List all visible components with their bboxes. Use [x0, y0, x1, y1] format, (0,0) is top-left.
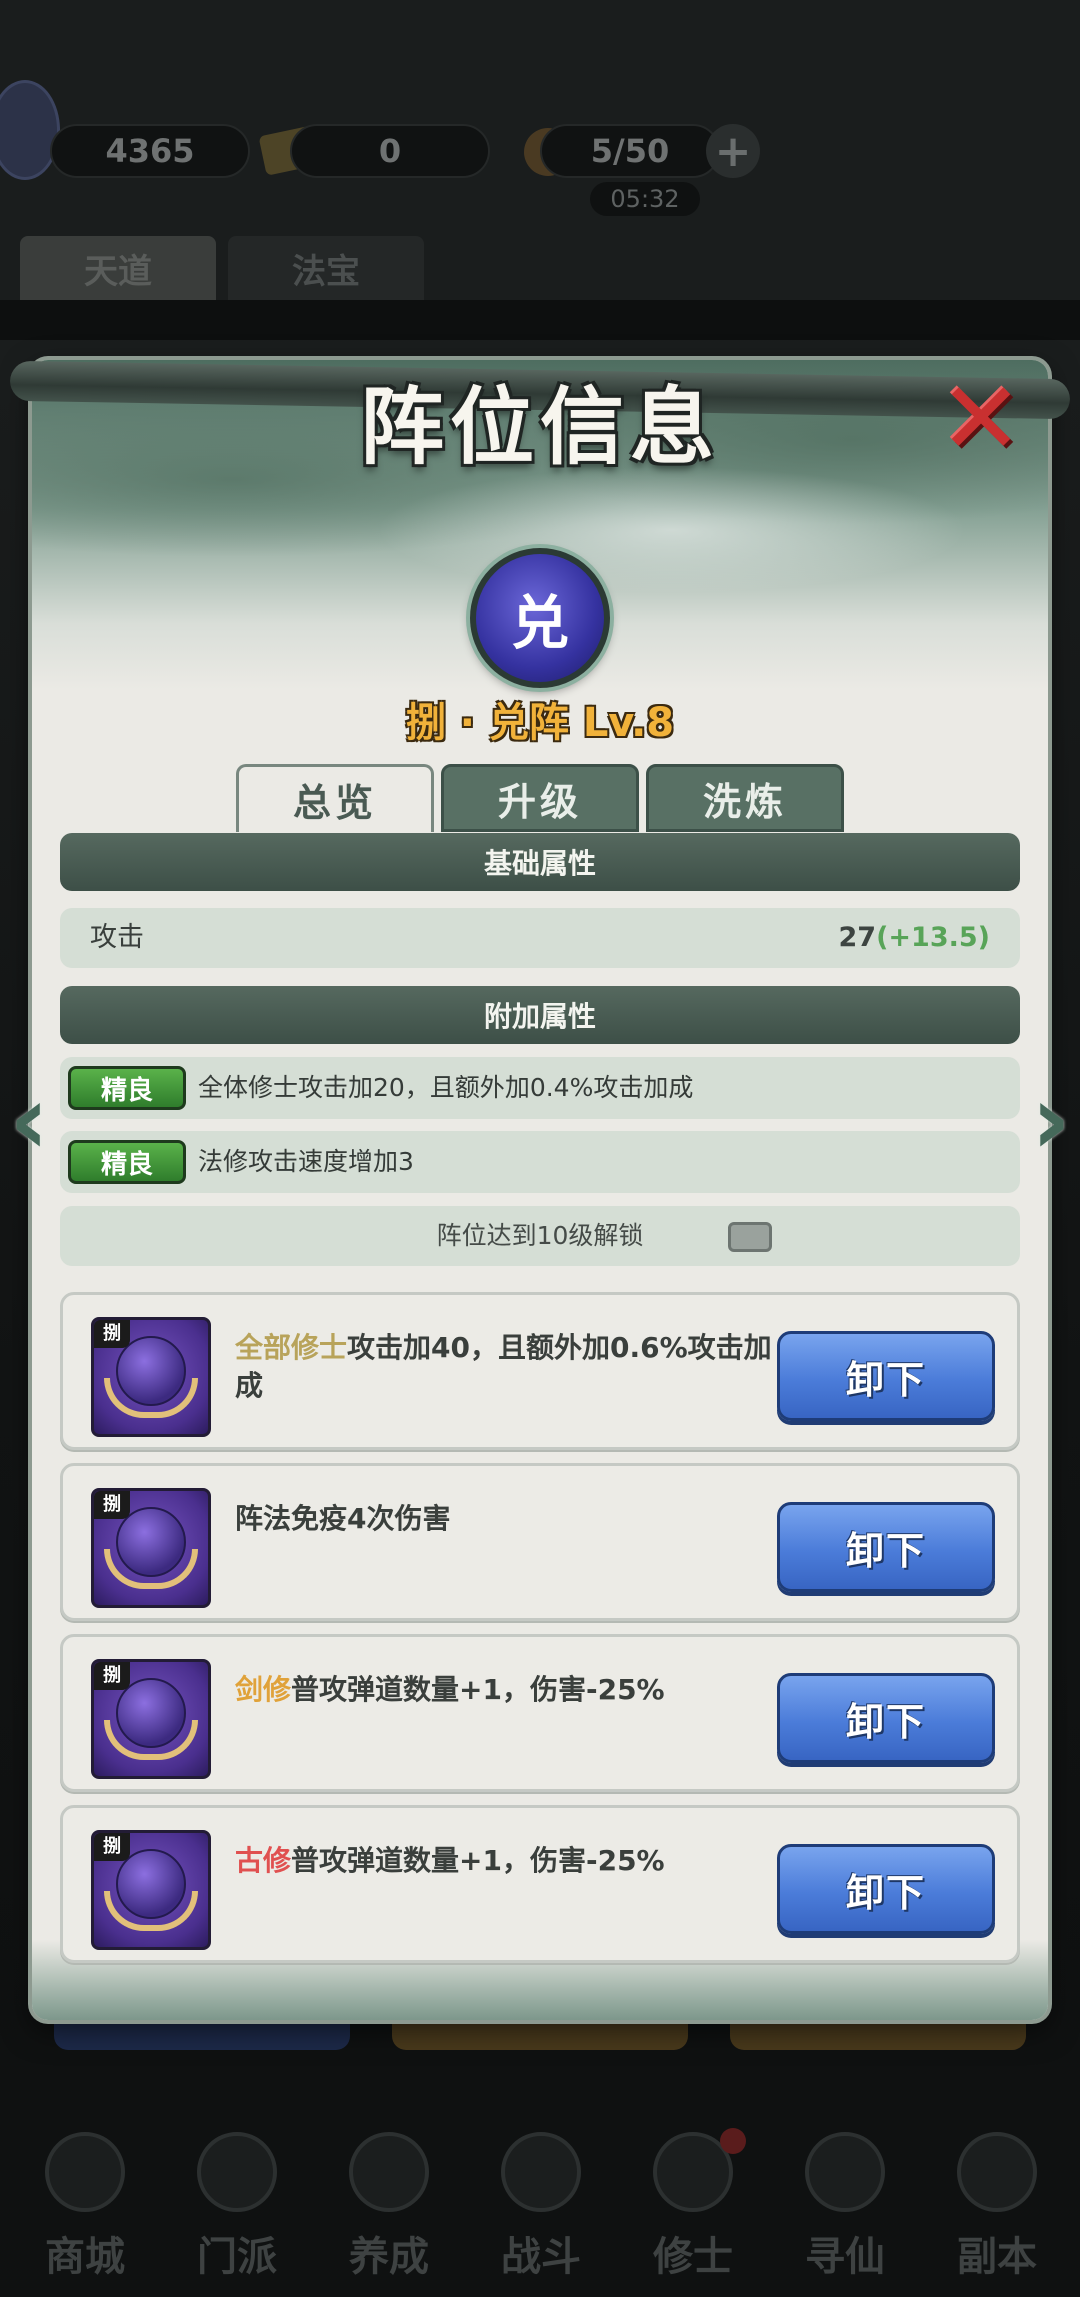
- seek-icon: [805, 2132, 885, 2212]
- locked-text: 阵位达到10级解锁: [436, 1221, 644, 1250]
- battle-icon: [501, 2132, 581, 2212]
- nav-label: 修士: [653, 2233, 733, 2280]
- tab-overview[interactable]: 总览: [236, 764, 434, 832]
- tab-upgrade[interactable]: 升级: [441, 764, 639, 832]
- nav-label: 战斗: [501, 2233, 581, 2280]
- sect-icon: [197, 2132, 277, 2212]
- equipment-card: 捌 古修普攻弹道数量+1，伤害-25% 卸下: [60, 1805, 1020, 1963]
- quality-tag: 精良: [68, 1140, 186, 1184]
- nav-sect[interactable]: 门派: [172, 2120, 302, 2280]
- orb-item-icon[interactable]: 捌: [91, 1317, 211, 1437]
- extra-attributes-header: 附加属性: [60, 986, 1020, 1044]
- extra-attr-text: 全体修士攻击加20，且额外加0.4%攻击加成: [198, 1073, 694, 1102]
- nav-battle[interactable]: 战斗: [476, 2120, 606, 2280]
- effect-text: 阵法免疫4次伤害: [235, 1502, 451, 1535]
- item-rank-badge: 捌: [94, 1662, 130, 1690]
- nav-dungeon[interactable]: 副本: [932, 2120, 1062, 2280]
- nav-label: 副本: [957, 2233, 1037, 2280]
- effect-text: 普攻弹道数量+1，伤害-25%: [291, 1673, 665, 1706]
- equipment-card: 捌 全部修士攻击加40，且额外加0.6%攻击加成 卸下: [60, 1292, 1020, 1450]
- formation-name: 捌 · 兑阵 Lv.8: [405, 700, 675, 746]
- panel-title: 阵位信息: [359, 377, 720, 476]
- stamina-pill: 5/50: [540, 124, 720, 178]
- close-button[interactable]: ✕: [936, 369, 1026, 469]
- nav-cultivator[interactable]: 修士: [628, 2120, 758, 2280]
- stamina-timer: 05:32: [590, 182, 700, 216]
- base-attributes-header: 基础属性: [60, 833, 1020, 891]
- equipment-effect-text: 阵法免疫4次伤害: [235, 1500, 775, 1538]
- attr-name: 攻击: [90, 922, 144, 953]
- stamina-value: 5/50: [590, 132, 670, 170]
- nav-cultivate[interactable]: 养成: [324, 2120, 454, 2280]
- next-arrow-button[interactable]: ›: [1022, 1072, 1080, 1168]
- add-stamina-button[interactable]: +: [706, 124, 760, 178]
- quality-tag: 精良: [68, 1066, 186, 1110]
- orb-item-icon[interactable]: 捌: [91, 1659, 211, 1779]
- equipment-effect-text: 剑修普攻弹道数量+1，伤害-25%: [235, 1671, 775, 1709]
- bg-divider: [0, 300, 1080, 340]
- extra-attr-row: 精良 法修攻击速度增加3: [60, 1131, 1020, 1193]
- effect-highlight: 古修: [235, 1844, 292, 1877]
- dungeon-icon: [957, 2132, 1037, 2212]
- formation-emblem-icon: 兑: [470, 548, 610, 688]
- orb-item-icon[interactable]: 捌: [91, 1488, 211, 1608]
- attr-bonus-value: (+13.5): [876, 922, 990, 953]
- unequip-button[interactable]: 卸下: [777, 1673, 995, 1763]
- bg-tab-fabao[interactable]: 法宝: [228, 236, 424, 300]
- attr-base-value: 27: [838, 922, 877, 953]
- attr-row-attack: 攻击 27(+13.5): [60, 908, 1020, 968]
- unequip-button[interactable]: 卸下: [777, 1331, 995, 1421]
- unequip-button[interactable]: 卸下: [777, 1844, 995, 1934]
- equipment-effect-text: 古修普攻弹道数量+1，伤害-25%: [235, 1842, 775, 1880]
- nav-label: 养成: [349, 2233, 429, 2280]
- orb-horns: [104, 1720, 198, 1760]
- nav-label: 寻仙: [805, 2233, 885, 2280]
- orb-horns: [104, 1891, 198, 1931]
- effect-highlight: 剑修: [235, 1673, 292, 1706]
- effect-highlight: 全部修士: [235, 1331, 348, 1364]
- prev-arrow-button[interactable]: ‹: [0, 1072, 58, 1168]
- emblem-char: 兑: [510, 589, 569, 657]
- effect-text: 普攻弹道数量+1，伤害-25%: [291, 1844, 665, 1877]
- unequip-button[interactable]: 卸下: [777, 1502, 995, 1592]
- item-rank-badge: 捌: [94, 1320, 130, 1348]
- locked-attr-row: 阵位达到10级解锁: [60, 1206, 1020, 1266]
- plus-icon: +: [714, 125, 752, 177]
- nav-shop[interactable]: 商城: [20, 2120, 150, 2280]
- currency-1-value: 4365: [105, 132, 195, 170]
- nav-label: 商城: [45, 2233, 125, 2280]
- cultivate-icon: [349, 2132, 429, 2212]
- item-rank-badge: 捌: [94, 1491, 130, 1519]
- currency-pill-2: 0: [290, 124, 490, 178]
- equipment-card: 捌 剑修普攻弹道数量+1，伤害-25% 卸下: [60, 1634, 1020, 1792]
- attr-value: 27(+13.5): [839, 908, 991, 968]
- equipment-effect-text: 全部修士攻击加40，且额外加0.6%攻击加成: [235, 1329, 775, 1405]
- orb-item-icon[interactable]: 捌: [91, 1830, 211, 1950]
- orb-horns: [104, 1378, 198, 1418]
- bg-tab-tiandao[interactable]: 天道: [20, 236, 216, 300]
- tab-refine[interactable]: 洗炼: [646, 764, 844, 832]
- extra-attr-text: 法修攻击速度增加3: [198, 1147, 414, 1176]
- extra-attr-row: 精良 全体修士攻击加20，且额外加0.4%攻击加成: [60, 1057, 1020, 1119]
- item-rank-badge: 捌: [94, 1833, 130, 1861]
- currency-2-value: 0: [378, 132, 402, 170]
- nav-seek[interactable]: 寻仙: [780, 2120, 910, 2280]
- orb-horns: [104, 1549, 198, 1589]
- shop-icon: [45, 2132, 125, 2212]
- currency-pill-1: 4365: [50, 124, 250, 178]
- equipment-card: 捌 阵法免疫4次伤害 卸下: [60, 1463, 1020, 1621]
- nav-label: 门派: [197, 2233, 277, 2280]
- notification-dot: [720, 2128, 746, 2154]
- lock-chest-icon: [728, 1222, 772, 1252]
